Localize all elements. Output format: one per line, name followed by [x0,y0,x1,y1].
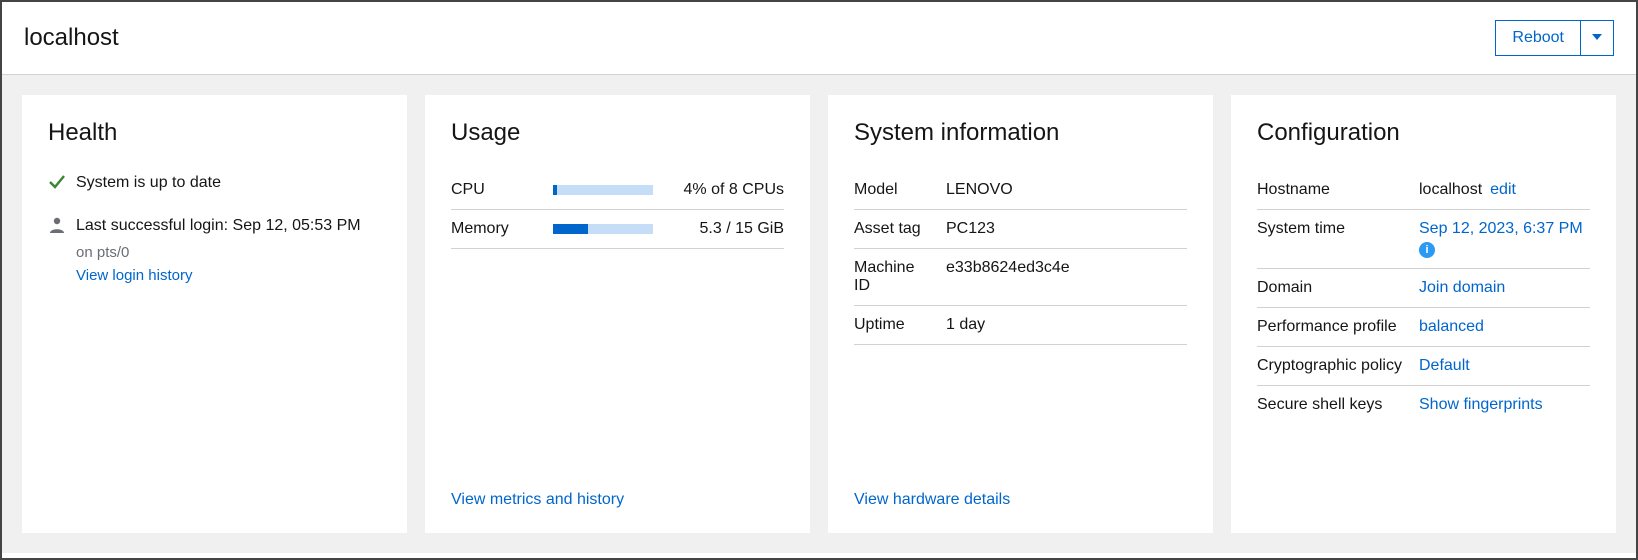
last-login-sub: on pts/0 [76,244,361,261]
health-uptodate-row: System is up to date [48,171,381,196]
health-uptodate-text: System is up to date [76,171,221,195]
reboot-button[interactable]: Reboot [1495,20,1581,56]
ssh-label: Secure shell keys [1257,396,1407,414]
asset-value: PC123 [946,220,1187,238]
usage-card: Usage CPU 4% of 8 CPUs Memory 5.3 / 15 G… [425,95,810,533]
sysinfo-card: System information Model LENOVO Asset ta… [828,95,1213,533]
caret-down-icon [1591,31,1603,46]
config-card: Configuration Hostname localhost edit Sy… [1231,95,1616,533]
health-title: Health [48,119,381,147]
domain-row: Domain Join domain [1257,269,1590,308]
uptime-label: Uptime [854,316,934,334]
page-header: localhost Reboot [2,2,1636,75]
memory-value: 5.3 / 15 GiB [700,220,785,238]
memory-bar [553,224,653,234]
perf-row: Performance profile balanced [1257,308,1590,347]
asset-row: Asset tag PC123 [854,210,1187,249]
uptime-value: 1 day [946,316,1187,334]
hostname-edit-link[interactable]: edit [1490,181,1516,199]
cpu-label: CPU [451,181,541,199]
perf-label: Performance profile [1257,318,1407,336]
systime-link[interactable]: Sep 12, 2023, 6:37 PM [1419,220,1583,237]
view-login-history-link[interactable]: View login history [76,267,192,284]
view-metrics-link[interactable]: View metrics and history [451,491,624,508]
usage-cpu-row: CPU 4% of 8 CPUs [451,171,784,210]
asset-label: Asset tag [854,220,934,238]
machine-row: Machine ID e33b8624ed3c4e [854,249,1187,306]
hostname-value: localhost [1419,181,1482,199]
cpu-bar [553,185,653,195]
hostname-label: Hostname [1257,181,1407,199]
reboot-dropdown-toggle[interactable] [1581,20,1614,56]
machine-label: Machine ID [854,259,934,295]
crypto-row: Cryptographic policy Default [1257,347,1590,386]
check-icon [48,171,66,196]
systime-row: System time Sep 12, 2023, 6:37 PM i [1257,210,1590,269]
user-icon [48,214,66,239]
reboot-button-group: Reboot [1495,20,1614,56]
sysinfo-title: System information [854,119,1187,147]
usage-memory-row: Memory 5.3 / 15 GiB [451,210,784,249]
usage-title: Usage [451,119,784,147]
hostname-row: Hostname localhost edit [1257,171,1590,210]
ssh-fingerprints-link[interactable]: Show fingerprints [1419,396,1543,413]
health-login-row: Last successful login: Sep 12, 05:53 PM … [48,214,381,285]
config-title: Configuration [1257,119,1590,147]
last-login-text: Last successful login: Sep 12, 05:53 PM [76,214,361,238]
view-hardware-link[interactable]: View hardware details [854,491,1010,508]
page-title: localhost [24,24,119,52]
health-card: Health System is up to date Last success… [22,95,407,533]
memory-label: Memory [451,220,541,238]
info-icon[interactable]: i [1419,242,1435,258]
domain-label: Domain [1257,279,1407,297]
systime-label: System time [1257,220,1407,238]
machine-value: e33b8624ed3c4e [946,259,1187,295]
model-label: Model [854,181,934,199]
cpu-value: 4% of 8 CPUs [684,181,784,199]
model-value: LENOVO [946,181,1187,199]
uptime-row: Uptime 1 day [854,306,1187,345]
crypto-label: Cryptographic policy [1257,357,1407,375]
crypto-policy-link[interactable]: Default [1419,357,1470,374]
model-row: Model LENOVO [854,171,1187,210]
content-area: Health System is up to date Last success… [2,75,1636,553]
perf-profile-link[interactable]: balanced [1419,318,1484,335]
join-domain-link[interactable]: Join domain [1419,279,1505,296]
ssh-row: Secure shell keys Show fingerprints [1257,386,1590,424]
